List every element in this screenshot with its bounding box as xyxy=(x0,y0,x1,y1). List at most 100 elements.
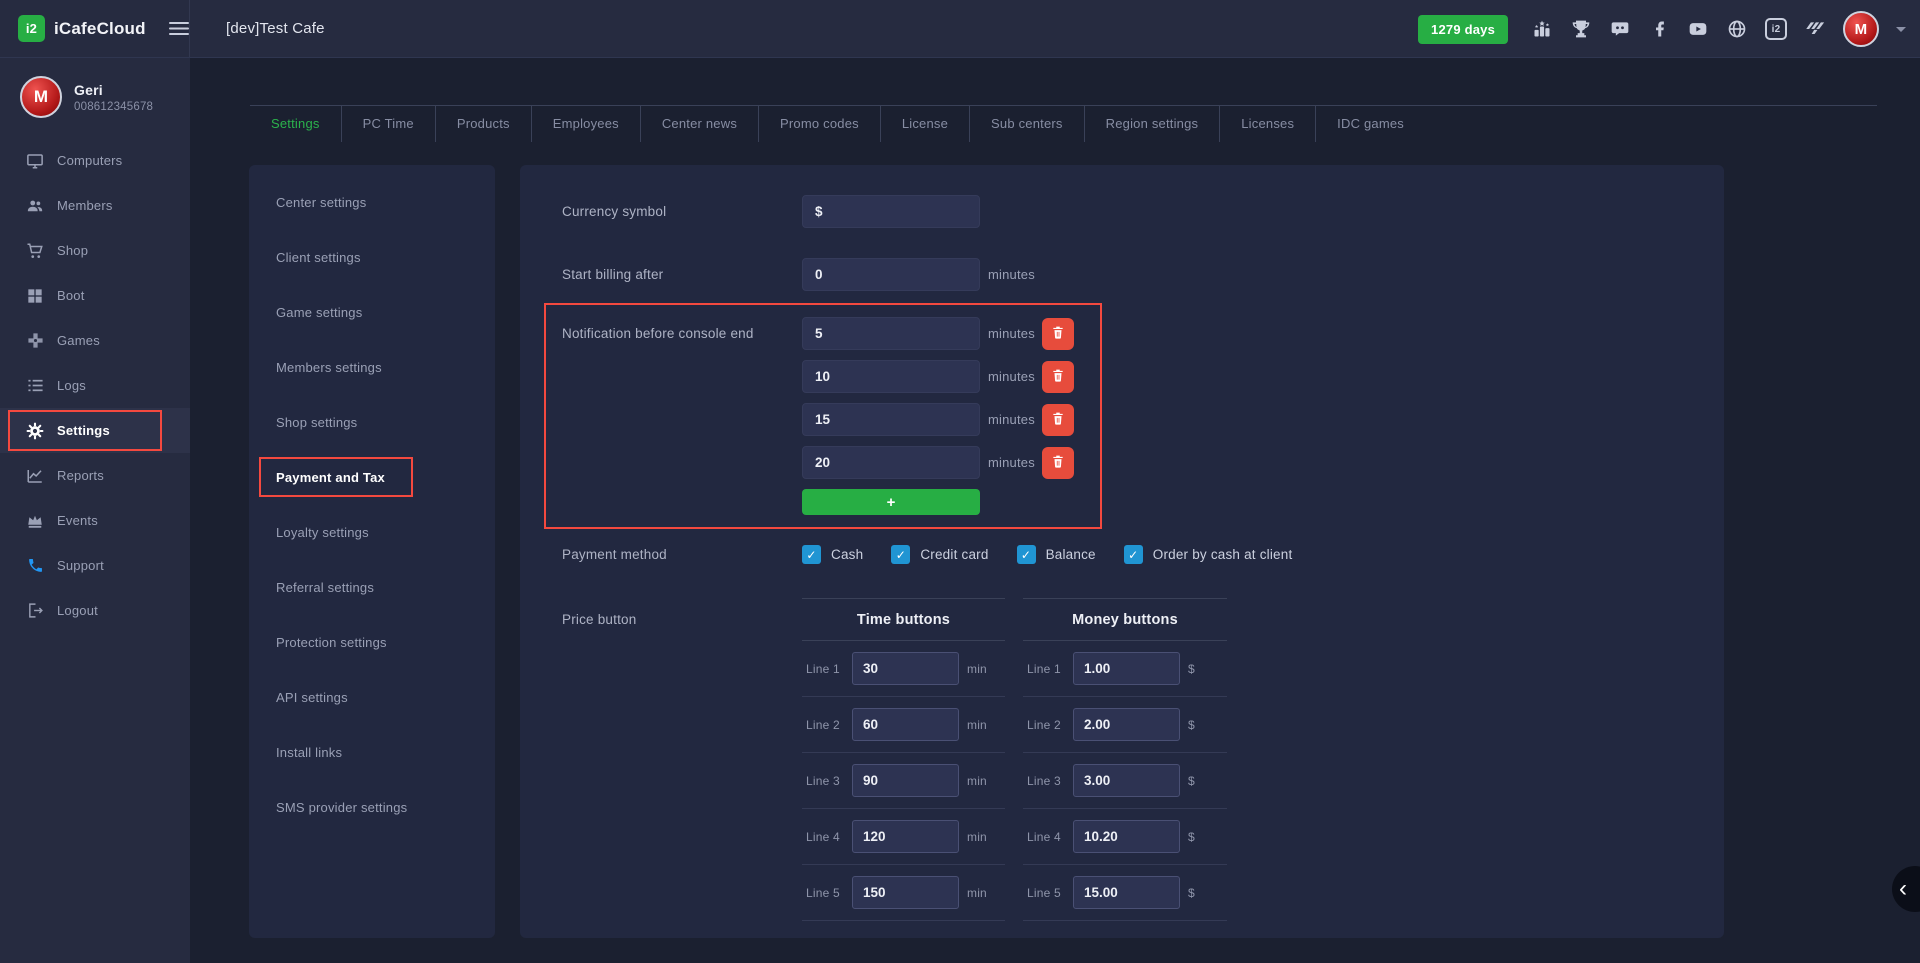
sidebar-item-support[interactable]: Support xyxy=(0,543,190,588)
row-unit: $ xyxy=(1188,718,1195,732)
tab-promo-codes[interactable]: Promo codes xyxy=(758,106,880,142)
money-line4-input[interactable] xyxy=(1073,820,1180,853)
submenu-item-members-settings[interactable]: Members settings xyxy=(249,340,495,395)
sidebar-item-reports[interactable]: Reports xyxy=(0,453,190,498)
tab-employees[interactable]: Employees xyxy=(531,106,640,142)
user-avatar[interactable]: M xyxy=(1843,11,1879,47)
tab-license[interactable]: License xyxy=(880,106,969,142)
delete-notification-button[interactable] xyxy=(1042,318,1074,350)
sidebar-item-computers[interactable]: Computers xyxy=(0,138,190,183)
table-row: Line 4 min xyxy=(802,809,1005,865)
tab-pc-time[interactable]: PC Time xyxy=(341,106,435,142)
submenu-item-client-settings[interactable]: Client settings xyxy=(249,230,495,285)
money-line2-input[interactable] xyxy=(1073,708,1180,741)
tab-licenses[interactable]: Licenses xyxy=(1219,106,1315,142)
checkbox-checked-icon[interactable] xyxy=(802,545,821,564)
youtube-icon[interactable] xyxy=(1687,18,1709,40)
start-billing-input[interactable] xyxy=(802,258,980,291)
icafecloud-icon[interactable]: i2 xyxy=(1765,18,1787,40)
checkbox-checked-icon[interactable] xyxy=(891,545,910,564)
delete-notification-button[interactable] xyxy=(1042,404,1074,436)
submenu-item-center-settings[interactable]: Center settings xyxy=(249,175,495,230)
chart-icon xyxy=(26,467,44,485)
time-line3-input[interactable] xyxy=(852,764,959,797)
notification-unit: minutes xyxy=(988,326,1040,341)
checkbox-checked-icon[interactable] xyxy=(1124,545,1143,564)
menu-toggle-icon[interactable] xyxy=(169,22,189,36)
submenu-item-api-settings[interactable]: API settings xyxy=(249,670,495,725)
money-line1-input[interactable] xyxy=(1073,652,1180,685)
time-line2-input[interactable] xyxy=(852,708,959,741)
brand[interactable]: i2 iCafeCloud xyxy=(0,0,190,57)
submenu-item-referral-settings[interactable]: Referral settings xyxy=(249,560,495,615)
currency-input[interactable] xyxy=(802,195,980,228)
sidebar-item-games[interactable]: Games xyxy=(0,318,190,363)
currency-row: Currency symbol xyxy=(562,195,1724,228)
time-line5-input[interactable] xyxy=(852,876,959,909)
checkbox-balance[interactable]: Balance xyxy=(1017,545,1096,564)
facebook-icon[interactable] xyxy=(1648,18,1670,40)
row-label: Line 1 xyxy=(1023,662,1073,676)
notification-input-4[interactable] xyxy=(802,446,980,479)
members-icon xyxy=(26,197,44,215)
checkbox-order-by-cash-at-client[interactable]: Order by cash at client xyxy=(1124,545,1293,564)
submenu-item-install-links[interactable]: Install links xyxy=(249,725,495,780)
notification-input-1[interactable] xyxy=(802,317,980,350)
submenu-item-game-settings[interactable]: Game settings xyxy=(249,285,495,340)
price-button-label: Price button xyxy=(562,598,802,627)
sidebar-item-shop[interactable]: Shop xyxy=(0,228,190,273)
discord-icon[interactable] xyxy=(1609,18,1631,40)
tab-idc-games[interactable]: IDC games xyxy=(1315,106,1425,142)
notification-input-3[interactable] xyxy=(802,403,980,436)
money-line5-input[interactable] xyxy=(1073,876,1180,909)
tab-products[interactable]: Products xyxy=(435,106,531,142)
checkbox-cash[interactable]: Cash xyxy=(802,545,863,564)
notification-input-2[interactable] xyxy=(802,360,980,393)
submenu-item-loyalty-settings[interactable]: Loyalty settings xyxy=(249,505,495,560)
sidebar-item-members[interactable]: Members xyxy=(0,183,190,228)
notification-row: minutes xyxy=(802,317,1074,350)
sidebar-nav: Computers Members Shop Boot xyxy=(0,138,190,633)
sidebar-item-settings[interactable]: Settings xyxy=(0,408,190,453)
tab-sub-centers[interactable]: Sub centers xyxy=(969,106,1084,142)
money-buttons-header: Money buttons xyxy=(1023,598,1227,641)
license-days-badge[interactable]: 1279 days xyxy=(1418,15,1508,44)
tab-center-news[interactable]: Center news xyxy=(640,106,758,142)
sidebar-item-events[interactable]: Events xyxy=(0,498,190,543)
topbar: i2 iCafeCloud [dev]Test Cafe 1279 days xyxy=(0,0,1920,58)
collapse-panel-toggle[interactable] xyxy=(1892,866,1920,912)
trophy-icon[interactable] xyxy=(1570,18,1592,40)
submenu-item-shop-settings[interactable]: Shop settings xyxy=(249,395,495,450)
sidebar-item-label: Events xyxy=(57,513,98,528)
delete-notification-button[interactable] xyxy=(1042,361,1074,393)
add-notification-button[interactable]: + xyxy=(802,489,980,515)
globe-icon[interactable] xyxy=(1726,18,1748,40)
row-unit: min xyxy=(967,830,987,844)
tab-region-settings[interactable]: Region settings xyxy=(1084,106,1220,142)
time-line4-input[interactable] xyxy=(852,820,959,853)
submenu-item-payment-and-tax[interactable]: Payment and Tax xyxy=(249,450,495,505)
checkbox-checked-icon[interactable] xyxy=(1017,545,1036,564)
podium-icon[interactable] xyxy=(1531,18,1553,40)
crown-icon xyxy=(26,512,44,530)
checkbox-credit-card[interactable]: Credit card xyxy=(891,545,988,564)
sidebar-item-logs[interactable]: Logs xyxy=(0,363,190,408)
money-line3-input[interactable] xyxy=(1073,764,1180,797)
payment-method-label: Payment method xyxy=(562,547,802,562)
time-line1-input[interactable] xyxy=(852,652,959,685)
delete-notification-button[interactable] xyxy=(1042,447,1074,479)
table-row: Line 5 min xyxy=(802,865,1005,921)
layers-icon[interactable] xyxy=(1804,18,1826,40)
sidebar-item-label: Shop xyxy=(57,243,88,258)
row-unit: $ xyxy=(1188,830,1195,844)
chevron-down-icon[interactable] xyxy=(1896,27,1906,32)
avatar: M xyxy=(20,76,62,118)
submenu-item-sms-provider-settings[interactable]: SMS provider settings xyxy=(249,780,495,835)
sidebar-item-boot[interactable]: Boot xyxy=(0,273,190,318)
tab-settings[interactable]: Settings xyxy=(250,106,341,142)
trash-icon xyxy=(1051,368,1065,386)
sidebar-item-logout[interactable]: Logout xyxy=(0,588,190,633)
trash-icon xyxy=(1051,325,1065,343)
submenu-item-protection-settings[interactable]: Protection settings xyxy=(249,615,495,670)
sidebar-user[interactable]: M Geri 008612345678 xyxy=(0,58,190,132)
